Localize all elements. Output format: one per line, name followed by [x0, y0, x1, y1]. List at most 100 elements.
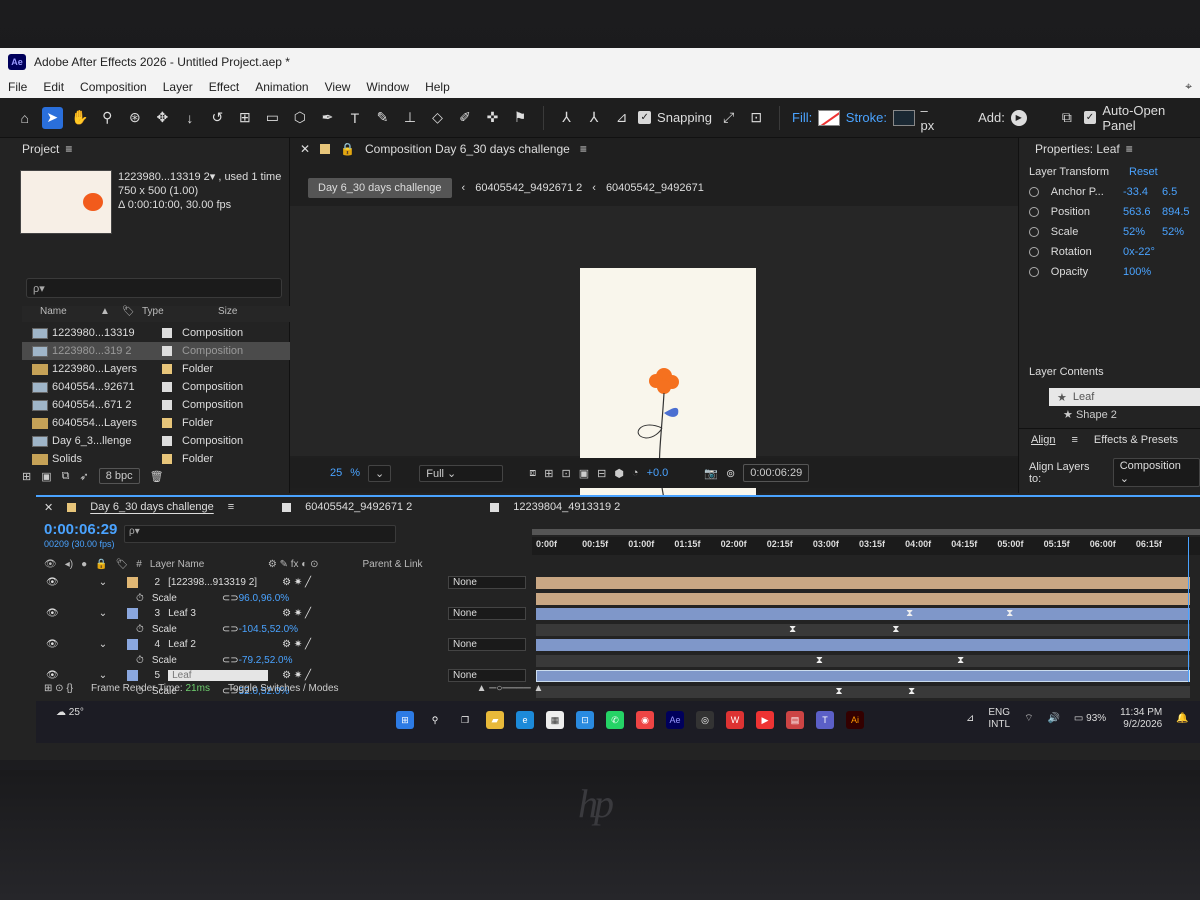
guides-icon[interactable]: ⊟ — [597, 467, 606, 480]
viewer-timecode[interactable]: 0:00:06:29 — [743, 464, 810, 482]
teams-icon[interactable]: T — [816, 711, 834, 729]
layer-track-bar[interactable] — [536, 639, 1190, 651]
layer-track-bar[interactable] — [536, 670, 1190, 682]
sort-arrow-icon[interactable]: ▲ — [100, 306, 122, 322]
layer-track-bar[interactable]: ⧗ ⧗ — [536, 654, 1190, 667]
puppet-pin-icon[interactable]: ✜ — [482, 107, 504, 129]
label-color-swatch[interactable] — [162, 346, 172, 356]
property-value[interactable]: 6.5 — [1162, 186, 1200, 198]
show-snapshot-icon[interactable]: ⊚ — [726, 467, 735, 480]
layer-row[interactable]: 👁 ⌄ 2 [122398...913319 2] ⚙ ✷ ╱ None — [36, 575, 1200, 591]
label-color-swatch[interactable] — [162, 400, 172, 410]
layer-label-color[interactable] — [127, 608, 139, 620]
label-color-swatch[interactable] — [162, 418, 172, 428]
hand-tool-icon[interactable]: ✋ — [69, 107, 91, 129]
exposure-icon[interactable]: ◔ — [632, 467, 639, 479]
clone-stamp-icon[interactable]: ⊥ — [399, 107, 421, 129]
composition-viewer[interactable] — [290, 206, 1018, 523]
parent-dropdown[interactable]: None — [448, 638, 526, 652]
expand-chevron-icon[interactable]: ⌄ — [99, 577, 107, 588]
chrome-icon[interactable]: ◉ — [636, 711, 654, 729]
layer-track-bar[interactable] — [536, 592, 1190, 605]
project-list-item[interactable]: 1223980...13319 Composition — [22, 324, 290, 342]
project-list-item[interactable]: 1223980...319 2 Composition — [22, 342, 290, 360]
layer-label-color[interactable] — [127, 577, 139, 589]
toggle-switches-button[interactable]: Toggle Switches / Modes — [228, 683, 339, 694]
stopwatch-icon[interactable]: ⏱ — [136, 624, 144, 635]
eraser-tool-icon[interactable]: ◇ — [427, 107, 449, 129]
stroke-width[interactable]: – px — [921, 103, 945, 133]
render-queue-icon[interactable]: ➶ — [79, 470, 88, 483]
crumb-comp-1[interactable]: 60405542_9492671 — [606, 182, 704, 194]
snap-grid-icon[interactable]: ⊡ — [746, 107, 768, 129]
layer-track-bar[interactable]: ⧗ ⧗ — [536, 685, 1190, 698]
expand-chevron-icon[interactable]: ⌄ — [99, 608, 107, 619]
tab-effects-presets[interactable]: Effects & Presets — [1094, 434, 1178, 446]
audio-icon[interactable]: ◂) — [65, 559, 73, 570]
property-value[interactable]: 894.5 — [1162, 206, 1200, 218]
property-row[interactable]: ⏱ Scale ⊂⊃ -104.5,52.0% ⧗ ⧗ — [36, 622, 1200, 638]
roto-brush-icon[interactable]: ✐ — [454, 107, 476, 129]
layer-row[interactable]: 👁 ⌄ 4 Leaf 2 ⚙ ✷ ╱ None — [36, 637, 1200, 653]
pin-icon[interactable]: ⌖ — [1185, 79, 1192, 94]
snapping-checkbox[interactable]: ✓ — [638, 111, 652, 124]
eye-icon[interactable]: 👁 — [46, 670, 59, 681]
keyframe-icon[interactable]: ⧗ — [1006, 608, 1013, 619]
property-value[interactable]: 100% — [1123, 266, 1162, 278]
transform-property-row[interactable]: Opacity 100% — [1029, 266, 1200, 278]
keyframe-icon[interactable]: ⧗ — [906, 608, 913, 619]
menu-view[interactable]: View — [325, 80, 351, 94]
constrain-link-icon[interactable]: ⊂⊃ — [222, 655, 239, 666]
stopwatch-icon[interactable]: ⏱ — [136, 593, 144, 604]
switches-icon[interactable]: ⚙ ✎ fx ◐ ⊙ — [268, 559, 319, 570]
col-type[interactable]: Type — [142, 306, 218, 322]
layer-name[interactable]: Leaf 2 — [168, 639, 268, 650]
layer-row[interactable]: 👁 ⌄ 3 Leaf 3 ⚙ ✷ ╱ None ⧗ ⧗ — [36, 606, 1200, 622]
keyframe-icon[interactable]: ⧗ — [816, 655, 823, 666]
menu-edit[interactable]: Edit — [43, 80, 64, 94]
orbit-camera-icon[interactable]: ⊛ — [124, 107, 146, 129]
timeline-tab-comp2[interactable]: 60405542_9492671 2 — [305, 501, 412, 513]
reset-button[interactable]: Reset — [1129, 166, 1158, 178]
render-icon[interactable]: ⊞ ⊙ {} — [44, 683, 73, 694]
edge-icon[interactable]: e — [516, 711, 534, 729]
workspace-icon[interactable]: ⧉ — [1056, 107, 1078, 129]
transform-property-row[interactable]: Position 563.6 894.5 — [1029, 206, 1200, 218]
battery-indicator[interactable]: ▭ 93% — [1074, 713, 1106, 725]
parent-link-col[interactable]: Parent & Link — [362, 559, 422, 570]
property-value[interactable]: 52% — [1162, 226, 1200, 238]
current-time-indicator[interactable] — [1188, 537, 1189, 682]
zoom-slider-icon[interactable]: ▲ ─○──── ▲ — [477, 683, 544, 694]
parent-dropdown[interactable]: None — [448, 607, 526, 621]
layer-track-bar[interactable] — [536, 577, 1190, 589]
home-icon[interactable]: ⌂ — [14, 107, 36, 129]
interpret-footage-icon[interactable]: ⊞ — [22, 470, 31, 483]
snap-edge-icon[interactable]: ⤢ — [718, 107, 740, 129]
tray-app-icon[interactable]: ⊿ — [966, 713, 974, 725]
close-icon[interactable]: ✕ — [44, 501, 53, 514]
stopwatch-icon[interactable] — [1029, 207, 1039, 217]
project-list-item[interactable]: 6040554...Layers Folder — [22, 414, 290, 432]
delete-icon[interactable]: 🗑 — [150, 470, 164, 483]
menu-composition[interactable]: Composition — [80, 80, 147, 94]
stopwatch-icon[interactable] — [1029, 227, 1039, 237]
wifi-icon[interactable]: ⌔ — [1024, 713, 1033, 725]
new-comp-icon[interactable]: ⧉ — [62, 470, 70, 483]
label-color-swatch[interactable] — [162, 382, 172, 392]
lock-icon[interactable]: 🔒 — [340, 142, 355, 156]
layer-switches-icon[interactable]: ⚙ ✷ ╱ — [282, 608, 311, 619]
new-folder-icon[interactable]: ▣ — [41, 470, 51, 483]
layer-label-color[interactable] — [127, 639, 139, 651]
store-icon[interactable]: ⊡ — [576, 711, 594, 729]
property-value[interactable]: 563.6 — [1123, 206, 1162, 218]
language-indicator[interactable]: ENG INTL — [988, 707, 1010, 731]
menu-window[interactable]: Window — [366, 80, 409, 94]
project-list-item[interactable]: 6040554...671 2 Composition — [22, 396, 290, 414]
exposure-value[interactable]: +0.0 — [647, 467, 669, 479]
content-sub-item[interactable]: ★ Shape 2 — [1063, 408, 1200, 422]
notification-icon[interactable]: 🔔 — [1176, 713, 1188, 725]
bit-depth-button[interactable]: 8 bpc — [98, 468, 140, 484]
selection-tool-icon[interactable]: ➤ — [41, 106, 64, 129]
work-area-bar[interactable] — [532, 529, 1200, 535]
snapshot-icon[interactable]: 📷 — [704, 467, 718, 480]
